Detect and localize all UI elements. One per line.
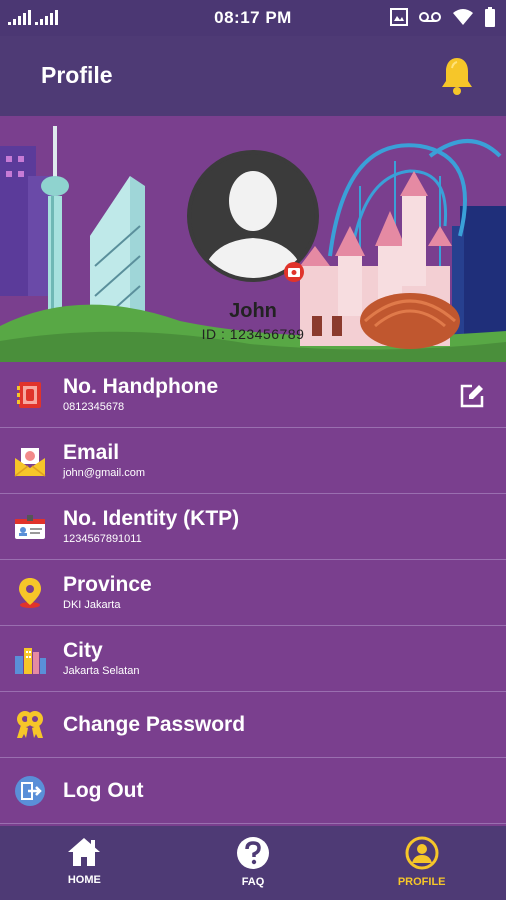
menu-item-title: No. Handphone — [63, 375, 219, 398]
logout-icon — [15, 776, 45, 806]
bell-icon[interactable] — [440, 56, 474, 96]
menu-item-identity[interactable]: No. Identity (KTP) 1234567891011 — [0, 494, 506, 560]
signal-icon — [35, 9, 58, 25]
app-bar: Profile — [0, 36, 506, 116]
change-photo-button[interactable] — [284, 262, 304, 282]
menu-item-title: Province — [63, 573, 152, 596]
profile-banner: John ID : 123456789 — [0, 116, 506, 362]
menu-item-handphone[interactable]: No. Handphone 0812345678 — [0, 362, 506, 428]
wifi-icon — [453, 9, 473, 25]
phone-book-icon — [17, 382, 41, 408]
menu-item-province[interactable]: Province DKI Jakarta — [0, 560, 506, 626]
menu-item-change-password[interactable]: Change Password — [0, 692, 506, 758]
key-icon — [17, 711, 43, 738]
menu-item-title: Log Out — [63, 779, 144, 802]
menu-item-title: No. Identity (KTP) — [63, 507, 240, 530]
profile-name: John — [229, 300, 277, 322]
battery-icon — [485, 7, 495, 27]
profile-icon — [405, 836, 439, 870]
nav-faq[interactable]: FAQ — [169, 826, 338, 900]
nav-profile[interactable]: PROFILE — [337, 826, 506, 900]
gallery-notification-icon — [390, 8, 408, 26]
menu-item-value: Jakarta Selatan — [63, 665, 140, 677]
page-title: Profile — [41, 62, 113, 88]
signal-icon — [8, 9, 31, 25]
home-icon — [68, 838, 101, 866]
bottom-nav: HOME FAQ PROFILE — [0, 826, 506, 900]
menu-item-value: DKI Jakarta — [63, 599, 121, 611]
status-icons — [390, 7, 496, 27]
voicemail-icon — [419, 12, 441, 22]
edit-icon[interactable] — [458, 382, 486, 410]
nav-label: HOME — [67, 874, 101, 886]
location-pin-icon — [19, 578, 41, 608]
menu-item-value: 1234567891011 — [63, 533, 142, 545]
menu-item-logout[interactable]: Log Out — [0, 758, 506, 824]
nav-label: FAQ — [241, 876, 265, 888]
menu-item-title: Change Password — [63, 713, 246, 736]
menu-item-title: City — [63, 639, 103, 662]
status-time: 08:17 PM — [214, 8, 292, 27]
menu-item-title: Email — [63, 441, 120, 464]
id-card-icon — [15, 515, 45, 539]
city-icon — [15, 648, 46, 674]
status-bar: 08:17 PM — [0, 0, 506, 36]
profile-menu: No. Handphone 0812345678 Email john@gmai… — [0, 362, 506, 824]
signal-indicators — [8, 9, 58, 25]
menu-item-email[interactable]: Email john@gmail.com — [0, 428, 506, 494]
menu-item-city[interactable]: City Jakarta Selatan — [0, 626, 506, 692]
envelope-icon — [14, 448, 46, 477]
question-icon — [237, 837, 269, 869]
menu-item-value: john@gmail.com — [63, 467, 146, 479]
menu-item-value: 0812345678 — [63, 401, 125, 413]
nav-label: PROFILE — [397, 876, 446, 888]
profile-id: ID : 123456789 — [201, 326, 305, 342]
nav-home[interactable]: HOME — [0, 826, 169, 900]
